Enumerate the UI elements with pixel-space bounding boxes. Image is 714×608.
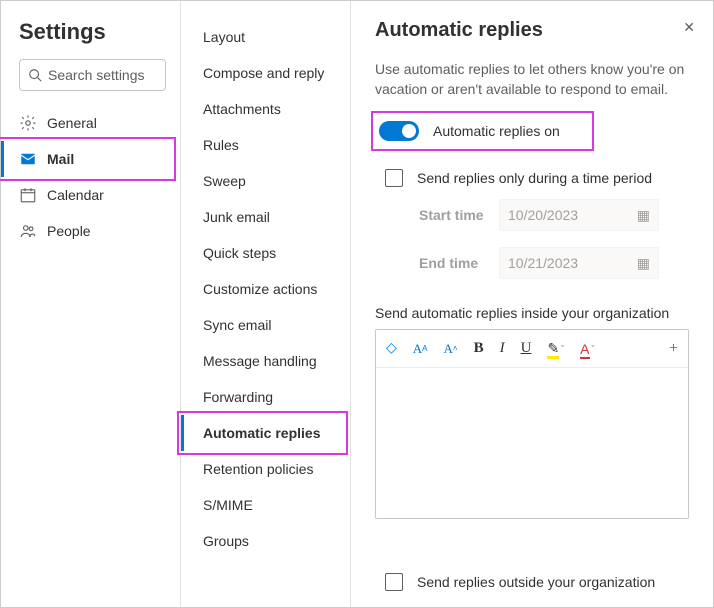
settings-title: Settings — [1, 19, 180, 59]
automatic-replies-toggle[interactable] — [379, 121, 419, 141]
message-textarea[interactable] — [376, 368, 688, 518]
time-period-row: Send replies only during a time period — [375, 165, 689, 191]
editor-toolbar: ◇ AA A˄ B I U ✎ˇ Aˇ + — [376, 330, 688, 368]
end-time-label: End time — [419, 255, 499, 271]
start-time-label: Start time — [419, 207, 499, 223]
calendar-icon: ▦ — [637, 255, 650, 272]
font-color-button[interactable]: Aˇ — [580, 341, 594, 357]
start-time-field[interactable]: 10/20/2023 ▦ — [499, 199, 659, 231]
time-period-checkbox[interactable] — [385, 169, 403, 187]
end-time-value: 10/21/2023 — [508, 255, 578, 271]
sidebar-item-general[interactable]: General — [1, 105, 180, 141]
subnav-rules[interactable]: Rules — [181, 127, 350, 163]
time-period-label: Send replies only during a time period — [417, 170, 652, 186]
subnav-layout[interactable]: Layout — [181, 19, 350, 55]
outside-org-checkbox[interactable] — [385, 573, 403, 591]
sidebar-item-mail[interactable]: Mail — [1, 141, 172, 177]
automatic-replies-toggle-row: Automatic replies on — [375, 115, 590, 147]
start-time-value: 10/20/2023 — [508, 207, 578, 223]
subnav-retention-policies[interactable]: Retention policies — [181, 451, 350, 487]
bold-button[interactable]: B — [474, 340, 484, 357]
search-icon — [28, 68, 42, 82]
subnav-compose-and-reply[interactable]: Compose and reply — [181, 55, 350, 91]
search-input[interactable]: Search settings — [19, 59, 166, 91]
subnav-junk-email[interactable]: Junk email — [181, 199, 350, 235]
start-time-row: Start time 10/20/2023 ▦ — [375, 191, 689, 239]
mail-icon — [19, 150, 37, 168]
calendar-icon: ▦ — [637, 207, 650, 224]
search-placeholder: Search settings — [48, 67, 145, 83]
subnav-quick-steps[interactable]: Quick steps — [181, 235, 350, 271]
outside-org-label: Send replies outside your organization — [417, 574, 655, 590]
sidebar-label: People — [47, 223, 91, 239]
font-size-up-icon[interactable]: AA — [413, 341, 428, 357]
settings-sidebar: Settings Search settings General Mail Ca… — [1, 1, 181, 607]
subnav-sweep[interactable]: Sweep — [181, 163, 350, 199]
italic-button[interactable]: I — [500, 340, 505, 357]
mail-subnav: Layout Compose and reply Attachments Rul… — [181, 1, 351, 607]
calendar-icon — [19, 186, 37, 204]
sidebar-item-people[interactable]: People — [1, 213, 180, 249]
more-formatting-button[interactable]: + — [669, 340, 678, 358]
gear-icon — [19, 114, 37, 132]
underline-button[interactable]: U — [521, 340, 532, 357]
inside-org-label: Send automatic replies inside your organ… — [375, 305, 689, 321]
sidebar-label: General — [47, 115, 97, 131]
format-painter-icon[interactable]: ◇ — [386, 340, 397, 357]
panel-title: Automatic replies — [375, 19, 689, 42]
people-icon — [19, 222, 37, 240]
message-editor: ◇ AA A˄ B I U ✎ˇ Aˇ + — [375, 329, 689, 519]
end-time-field[interactable]: 10/21/2023 ▦ — [499, 247, 659, 279]
subnav-message-handling[interactable]: Message handling — [181, 343, 350, 379]
subnav-groups[interactable]: Groups — [181, 523, 350, 559]
font-size-down-icon[interactable]: A˄ — [444, 341, 458, 357]
subnav-sync-email[interactable]: Sync email — [181, 307, 350, 343]
subnav-attachments[interactable]: Attachments — [181, 91, 350, 127]
subnav-forwarding[interactable]: Forwarding — [181, 379, 350, 415]
subnav-smime[interactable]: S/MIME — [181, 487, 350, 523]
sidebar-item-calendar[interactable]: Calendar — [1, 177, 180, 213]
end-time-row: End time 10/21/2023 ▦ — [375, 239, 689, 287]
panel-description: Use automatic replies to let others know… — [375, 60, 689, 99]
sidebar-label: Mail — [47, 151, 74, 167]
subnav-customize-actions[interactable]: Customize actions — [181, 271, 350, 307]
sidebar-label: Calendar — [47, 187, 104, 203]
outside-org-row: Send replies outside your organization — [375, 569, 689, 595]
automatic-replies-panel: ✕ Automatic replies Use automatic replie… — [351, 1, 713, 607]
highlight-button[interactable]: ✎ˇ — [547, 340, 564, 357]
subnav-automatic-replies[interactable]: Automatic replies — [181, 415, 344, 451]
toggle-label: Automatic replies on — [433, 123, 560, 139]
close-button[interactable]: ✕ — [683, 19, 695, 36]
